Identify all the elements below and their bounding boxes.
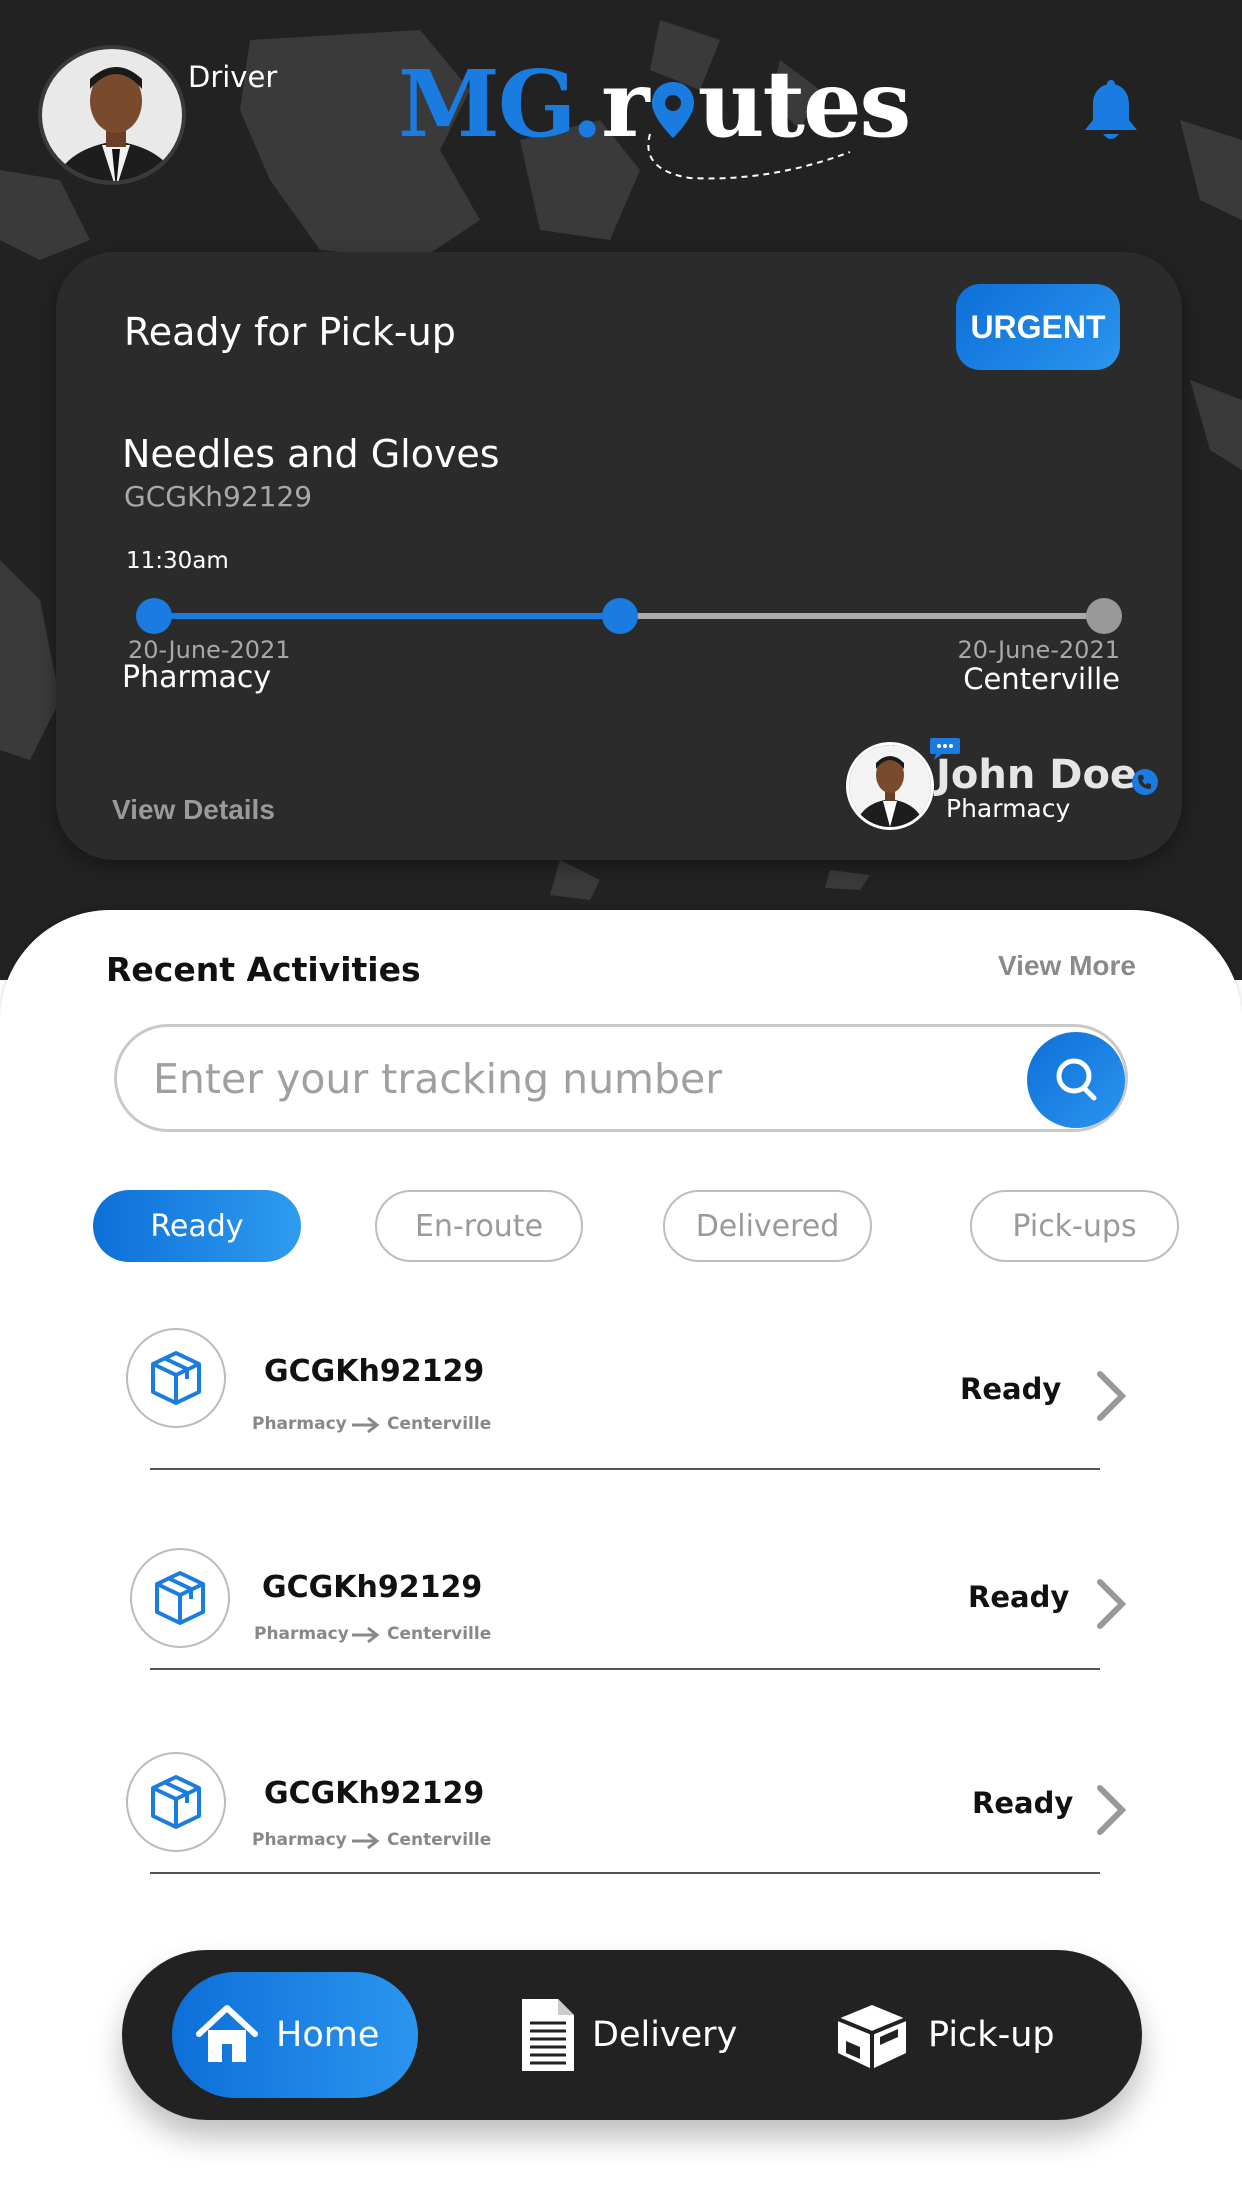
progress-track-fill: [136, 613, 620, 619]
nav-delivery-label: Delivery: [592, 2015, 738, 2055]
logo-mg: MG.: [398, 50, 603, 158]
origin-place: Pharmacy: [122, 660, 272, 695]
filter-delivered[interactable]: Delivered: [663, 1190, 872, 1262]
driver-avatar[interactable]: [38, 45, 186, 185]
activity-status: Ready: [972, 1786, 1074, 1820]
current-pickup-card[interactable]: Ready for Pick-up URGENT Needles and Glo…: [56, 252, 1182, 860]
row-divider: [150, 1468, 1100, 1470]
package-icon: [126, 1752, 226, 1852]
nav-pickup[interactable]: Pick-up: [832, 1972, 1055, 2098]
row-divider: [150, 1668, 1100, 1670]
activity-destination: Centerville: [387, 1414, 492, 1434]
activity-code: GCGKh92129: [262, 1570, 483, 1605]
search-icon: [1056, 1058, 1097, 1101]
item-name: Needles and Gloves: [122, 432, 500, 476]
activity-row[interactable]: GCGKh92129 Pharmacy Centerville Ready: [0, 1752, 1242, 1902]
nav-home[interactable]: Home: [172, 1972, 418, 2098]
filter-pick-ups[interactable]: Pick-ups: [970, 1190, 1179, 1262]
view-details-link[interactable]: View Details: [112, 794, 275, 826]
contact-org: Pharmacy: [946, 794, 1071, 823]
arrow-right-icon: [352, 1832, 380, 1850]
location-pin-icon: [648, 62, 698, 138]
home-icon: [196, 2005, 258, 2062]
route-path-decoration: [647, 133, 851, 180]
nav-pickup-label: Pick-up: [928, 2015, 1055, 2055]
activity-code: GCGKh92129: [264, 1354, 485, 1389]
activity-destination: Centerville: [387, 1830, 492, 1850]
progress-end-dot: [1086, 598, 1122, 634]
arrow-right-icon: [352, 1626, 380, 1644]
chevron-right-icon[interactable]: [1090, 1576, 1130, 1632]
row-divider: [150, 1872, 1100, 1874]
box-icon: [837, 2005, 907, 2069]
route-progress-track: [136, 596, 1160, 636]
activity-status: Ready: [960, 1372, 1062, 1406]
pickup-status-title: Ready for Pick-up: [124, 310, 456, 354]
activity-row[interactable]: GCGKh92129 Pharmacy Centerville Ready: [0, 1328, 1242, 1478]
chevron-right-icon[interactable]: [1090, 1368, 1130, 1424]
contact-avatar[interactable]: [846, 742, 934, 830]
arrow-right-icon: [352, 1416, 380, 1434]
activity-origin: Pharmacy: [252, 1830, 347, 1850]
destination-date: 20-June-2021: [957, 636, 1120, 664]
urgent-badge[interactable]: URGENT: [956, 284, 1120, 370]
tracking-search-input[interactable]: [153, 1051, 993, 1107]
phone-icon[interactable]: [1130, 767, 1160, 801]
activity-status: Ready: [968, 1580, 1070, 1614]
pickup-time: 11:30am: [126, 548, 229, 574]
package-icon: [126, 1328, 226, 1428]
recent-activities-title: Recent Activities: [106, 950, 421, 989]
progress-start-dot: [136, 598, 172, 634]
filter-en-route[interactable]: En-route: [375, 1190, 583, 1262]
activity-destination: Centerville: [387, 1624, 492, 1644]
package-icon: [130, 1548, 230, 1648]
activity-row[interactable]: GCGKh92129 Pharmacy Centerville Ready: [0, 1548, 1242, 1698]
view-more-link[interactable]: View More: [998, 950, 1136, 982]
tracking-code: GCGKh92129: [124, 480, 313, 513]
driver-role-label: Driver: [188, 60, 278, 94]
progress-current-dot: [602, 598, 638, 634]
activity-origin: Pharmacy: [254, 1624, 349, 1644]
bottom-navigation: Home Delivery Pick-up: [122, 1950, 1142, 2120]
tracking-search-bar: [114, 1024, 1128, 1132]
contact-name: John Doe: [936, 752, 1138, 798]
activity-origin: Pharmacy: [252, 1414, 347, 1434]
search-button[interactable]: [1027, 1032, 1125, 1128]
nav-home-label: Home: [276, 2015, 380, 2055]
bell-icon[interactable]: [1080, 80, 1142, 150]
nav-delivery[interactable]: Delivery: [520, 1972, 737, 2098]
destination-place: Centerville: [963, 662, 1120, 696]
chevron-right-icon[interactable]: [1090, 1782, 1130, 1838]
filter-ready[interactable]: Ready: [93, 1190, 301, 1262]
activity-code: GCGKh92129: [264, 1776, 485, 1811]
document-icon: [522, 1999, 574, 2071]
